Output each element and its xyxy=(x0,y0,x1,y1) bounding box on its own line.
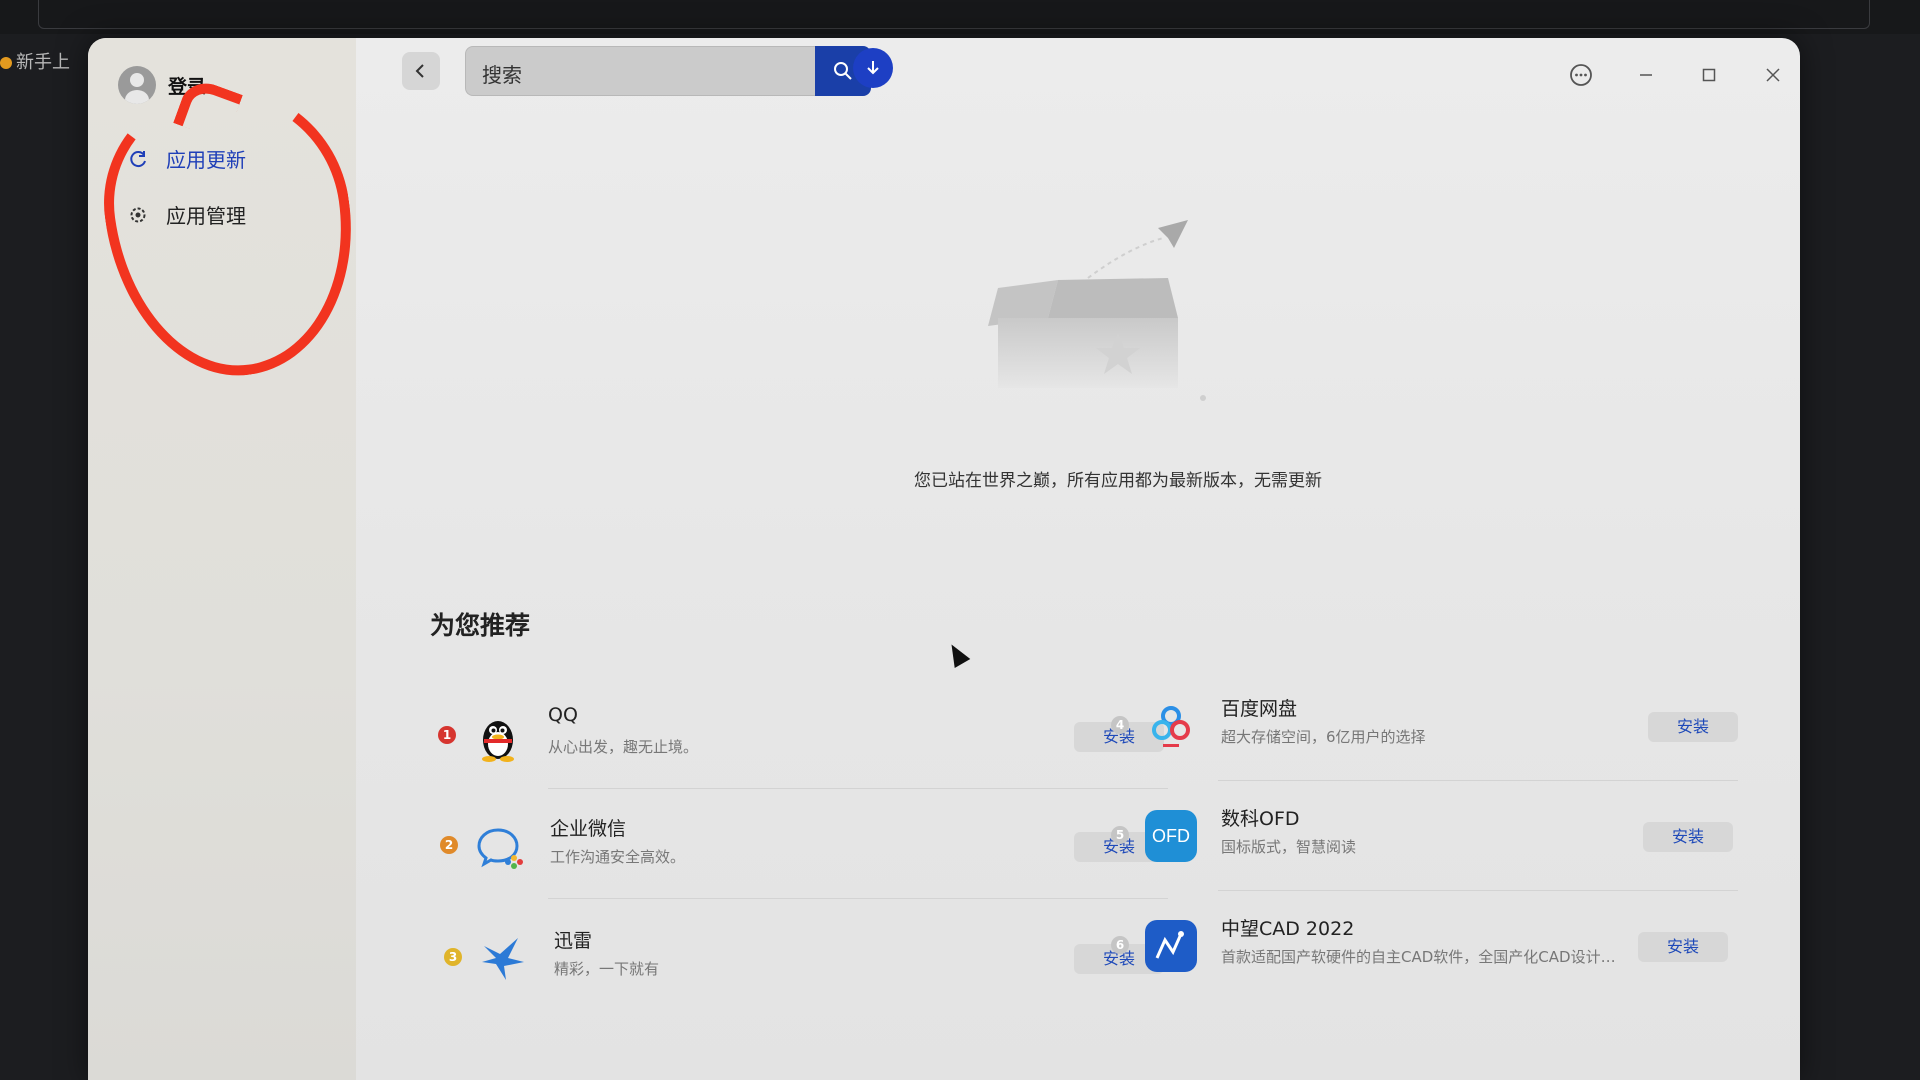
login-label: 登录 xyxy=(168,75,207,98)
download-icon xyxy=(867,61,879,75)
sidebar-item-app-manage[interactable]: 应用管理 xyxy=(128,200,246,229)
red-annotation-circle xyxy=(89,70,371,392)
list-item-shuke-ofd[interactable]: 5 OFD 数科OFD 国标版式，智慧阅读 安装 xyxy=(1111,798,1741,882)
qq-icon xyxy=(472,710,524,762)
empty-state-illustration xyxy=(988,220,1206,401)
list-item-baidu-netdisk[interactable]: 4 百度网盘 超大存储空间，6亿用户的选择 安装 xyxy=(1111,688,1741,772)
address-bar[interactable] xyxy=(38,0,1870,29)
wecom-icon xyxy=(474,820,526,872)
divider xyxy=(1218,890,1738,891)
app-store-window: 登录 应用更新 应用管理 搜索 您已站在世界之巅，所有应用都为最新版本，无需更新… xyxy=(88,38,1800,1080)
mouse-cursor-icon xyxy=(943,639,971,669)
maximize-button[interactable] xyxy=(1694,60,1724,90)
rank-badge: 3 xyxy=(444,948,462,966)
app-desc: 工作沟通安全高效。 xyxy=(550,848,686,866)
app-name: 中望CAD 2022 xyxy=(1221,918,1355,940)
app-desc: 首款适配国产软硬件的自主CAD软件，全国产化CAD设计… xyxy=(1221,948,1616,966)
back-button[interactable] xyxy=(402,52,440,90)
rank-badge: 1 xyxy=(438,726,456,744)
download-button[interactable] xyxy=(853,48,893,88)
app-name: 百度网盘 xyxy=(1221,698,1298,720)
app-desc: 从心出发，趣无止境。 xyxy=(548,738,699,756)
divider xyxy=(548,898,1168,899)
install-button[interactable]: 安装 xyxy=(1648,712,1738,742)
list-item-wecom[interactable]: 2 企业微信 工作沟通安全高效。 安装 xyxy=(440,808,1170,892)
search-placeholder: 搜索 xyxy=(482,63,522,87)
empty-state-message: 您已站在世界之巅，所有应用都为最新版本，无需更新 xyxy=(914,471,1322,491)
zwcad-icon xyxy=(1145,920,1197,972)
app-desc: 精彩，一下就有 xyxy=(554,960,660,978)
login-button[interactable]: 登录 xyxy=(118,66,206,104)
baidu-netdisk-icon xyxy=(1145,700,1197,752)
divider xyxy=(548,788,1168,789)
ofd-icon-text: OFD xyxy=(1152,825,1190,846)
divider xyxy=(1218,780,1738,781)
rank-badge: 6 xyxy=(1111,936,1129,954)
install-button[interactable]: 安装 xyxy=(1638,932,1728,962)
close-icon xyxy=(1766,68,1780,82)
sidebar-item-app-update[interactable]: 应用更新 xyxy=(128,144,246,173)
rank-badge: 2 xyxy=(440,836,458,854)
ofd-icon: OFD xyxy=(1145,810,1197,862)
minimize-button[interactable] xyxy=(1631,60,1661,90)
app-desc: 超大存储空间，6亿用户的选择 xyxy=(1221,728,1426,746)
avatar-icon xyxy=(118,66,156,104)
tab-favicon-icon xyxy=(0,57,12,69)
rank-badge: 5 xyxy=(1111,826,1129,844)
app-name: 数科OFD xyxy=(1221,808,1300,830)
more-menu-button[interactable] xyxy=(1566,60,1596,90)
browser-top-bar xyxy=(0,0,1920,34)
maximize-icon xyxy=(1702,68,1716,82)
close-button[interactable] xyxy=(1758,60,1788,90)
gear-icon xyxy=(130,207,146,222)
recommend-title: 为您推荐 xyxy=(430,611,531,640)
rank-badge: 4 xyxy=(1111,716,1129,734)
app-name: 迅雷 xyxy=(554,930,593,952)
sidebar-item-label: 应用管理 xyxy=(166,204,246,228)
chevron-left-icon xyxy=(415,64,424,78)
app-name: 企业微信 xyxy=(550,818,627,840)
sidebar-item-label: 应用更新 xyxy=(166,148,246,172)
app-name: QQ xyxy=(548,704,578,726)
browser-tab-fragment[interactable]: 新手上 xyxy=(0,48,90,74)
list-item-zwcad[interactable]: 6 中望CAD 2022 首款适配国产软硬件的自主CAD软件，全国产化CAD设计… xyxy=(1111,908,1741,992)
install-button[interactable]: 安装 xyxy=(1643,822,1733,852)
list-item-qq[interactable]: 1 QQ 从心出发，趣无止境。 安装 xyxy=(438,698,1168,782)
minimize-icon xyxy=(1640,74,1652,76)
app-desc: 国标版式，智慧阅读 xyxy=(1221,838,1357,856)
refresh-icon xyxy=(130,150,146,167)
xunlei-icon xyxy=(478,932,530,984)
more-icon xyxy=(1570,64,1592,86)
search-input[interactable]: 搜索 xyxy=(465,46,815,96)
search-icon xyxy=(834,62,852,80)
list-item-xunlei[interactable]: 3 迅雷 精彩，一下就有 安装 xyxy=(444,920,1174,1004)
sidebar: 登录 应用更新 应用管理 xyxy=(88,38,371,1080)
